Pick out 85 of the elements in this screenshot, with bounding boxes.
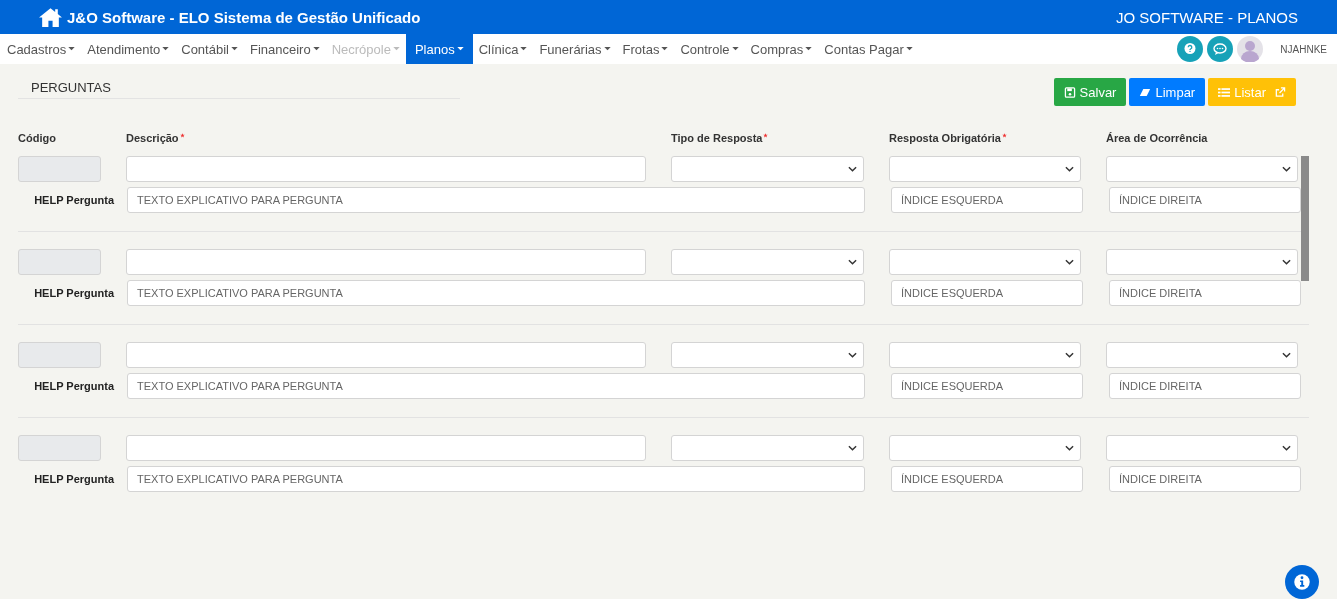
- chevron-down-icon: [1282, 259, 1291, 265]
- select-field[interactable]: [889, 342, 1081, 368]
- caret-icon: [520, 47, 528, 51]
- select-field[interactable]: [889, 435, 1081, 461]
- chevron-down-icon: [1282, 445, 1291, 451]
- select-field[interactable]: [671, 435, 864, 461]
- eraser-icon: [1139, 86, 1152, 98]
- column-label: Descrição: [126, 132, 179, 144]
- right-index-field[interactable]: ÍNDICE DIREITA: [1109, 187, 1301, 213]
- chevron-down-icon: [1065, 445, 1074, 451]
- help-field[interactable]: TEXTO EXPLICATIVO PARA PERGUNTA: [127, 187, 865, 213]
- chevron-down-icon: [848, 166, 857, 172]
- avatar-icon[interactable]: [1237, 36, 1264, 62]
- chevron-down-icon: [848, 445, 857, 451]
- left-index-field[interactable]: ÍNDICE ESQUERDA: [891, 280, 1083, 306]
- external-link-icon: [1274, 86, 1286, 98]
- menu-item[interactable]: Atendimento: [81, 34, 176, 64]
- caret-icon: [392, 47, 400, 51]
- select-field[interactable]: [889, 156, 1081, 182]
- select-field[interactable]: [1106, 156, 1298, 182]
- left-index-field[interactable]: ÍNDICE ESQUERDA: [891, 373, 1083, 399]
- left-index-field[interactable]: ÍNDICE ESQUERDA: [891, 466, 1083, 492]
- menu-item[interactable]: Controle: [674, 34, 745, 64]
- column-label: Código: [18, 132, 56, 144]
- column-label: Área de Ocorrência: [1106, 132, 1208, 144]
- user-name[interactable]: NJAHNKE: [1280, 43, 1327, 55]
- help-field[interactable]: TEXTO EXPLICATIVO PARA PERGUNTA: [127, 280, 865, 306]
- chevron-down-icon: [1065, 166, 1074, 172]
- select-field[interactable]: [1106, 435, 1298, 461]
- chevron-down-icon: [1065, 352, 1074, 358]
- right-index-field[interactable]: ÍNDICE DIREITA: [1109, 280, 1301, 306]
- clear-button[interactable]: Limpar: [1129, 78, 1206, 106]
- select-field[interactable]: [1106, 249, 1298, 275]
- help-label: HELP Pergunta: [34, 473, 114, 485]
- list-icon: [1218, 86, 1231, 98]
- right-index-field[interactable]: ÍNDICE DIREITA: [1109, 373, 1301, 399]
- caret-icon: [731, 47, 739, 51]
- menu-item[interactable]: Financeiro: [243, 34, 326, 64]
- description-field[interactable]: [126, 156, 646, 182]
- module-title: JO SOFTWARE - PLANOS: [1116, 8, 1298, 26]
- caret-icon: [661, 47, 669, 51]
- help-icon[interactable]: [1177, 36, 1204, 62]
- menu-item[interactable]: Contas Pagar: [818, 34, 919, 64]
- chat-icon[interactable]: [1207, 36, 1234, 62]
- select-field[interactable]: [671, 249, 864, 275]
- help-field[interactable]: TEXTO EXPLICATIVO PARA PERGUNTA: [127, 466, 865, 492]
- chevron-down-icon: [848, 259, 857, 265]
- app-title: J&O Software - ELO Sistema de Gestão Unificado: [67, 8, 421, 26]
- caret-icon: [456, 47, 464, 51]
- menu-item[interactable]: Funerárias: [533, 34, 617, 64]
- caret-icon: [603, 47, 611, 51]
- page-title: PERGUNTAS: [31, 80, 111, 95]
- menu-item[interactable]: Frotas: [616, 34, 675, 64]
- column-label: Resposta Obrigatória: [889, 132, 1001, 144]
- chevron-down-icon: [1282, 166, 1291, 172]
- column-label: Tipo de Resposta: [671, 132, 763, 144]
- select-field[interactable]: [1106, 342, 1298, 368]
- help-label: HELP Pergunta: [34, 380, 114, 392]
- menu-item[interactable]: Cadastros: [1, 34, 82, 64]
- help-label: HELP Pergunta: [34, 287, 114, 299]
- caret-icon: [230, 47, 238, 51]
- menu-item[interactable]: Clínica: [472, 34, 534, 64]
- help-field[interactable]: TEXTO EXPLICATIVO PARA PERGUNTA: [127, 373, 865, 399]
- caret-icon: [905, 47, 913, 51]
- right-index-field[interactable]: ÍNDICE DIREITA: [1109, 466, 1301, 492]
- select-field[interactable]: [671, 156, 864, 182]
- select-field[interactable]: [889, 249, 1081, 275]
- select-field[interactable]: [671, 342, 864, 368]
- scrollbar[interactable]: [1301, 156, 1309, 281]
- description-field[interactable]: [126, 435, 646, 461]
- help-label: HELP Pergunta: [34, 194, 114, 206]
- chevron-down-icon: [848, 352, 857, 358]
- menu-item[interactable]: Contábil: [175, 34, 244, 64]
- home-icon[interactable]: [38, 6, 63, 28]
- caret-icon: [68, 47, 76, 51]
- left-index-field[interactable]: ÍNDICE ESQUERDA: [891, 187, 1083, 213]
- chevron-down-icon: [1065, 259, 1074, 265]
- caret-icon: [312, 47, 320, 51]
- caret-icon: [162, 47, 170, 51]
- description-field[interactable]: [126, 342, 646, 368]
- caret-icon: [805, 47, 813, 51]
- menu-item[interactable]: Planos: [405, 34, 473, 64]
- menu-item[interactable]: Compras: [744, 34, 819, 64]
- description-field[interactable]: [126, 249, 646, 275]
- chevron-down-icon: [1282, 352, 1291, 358]
